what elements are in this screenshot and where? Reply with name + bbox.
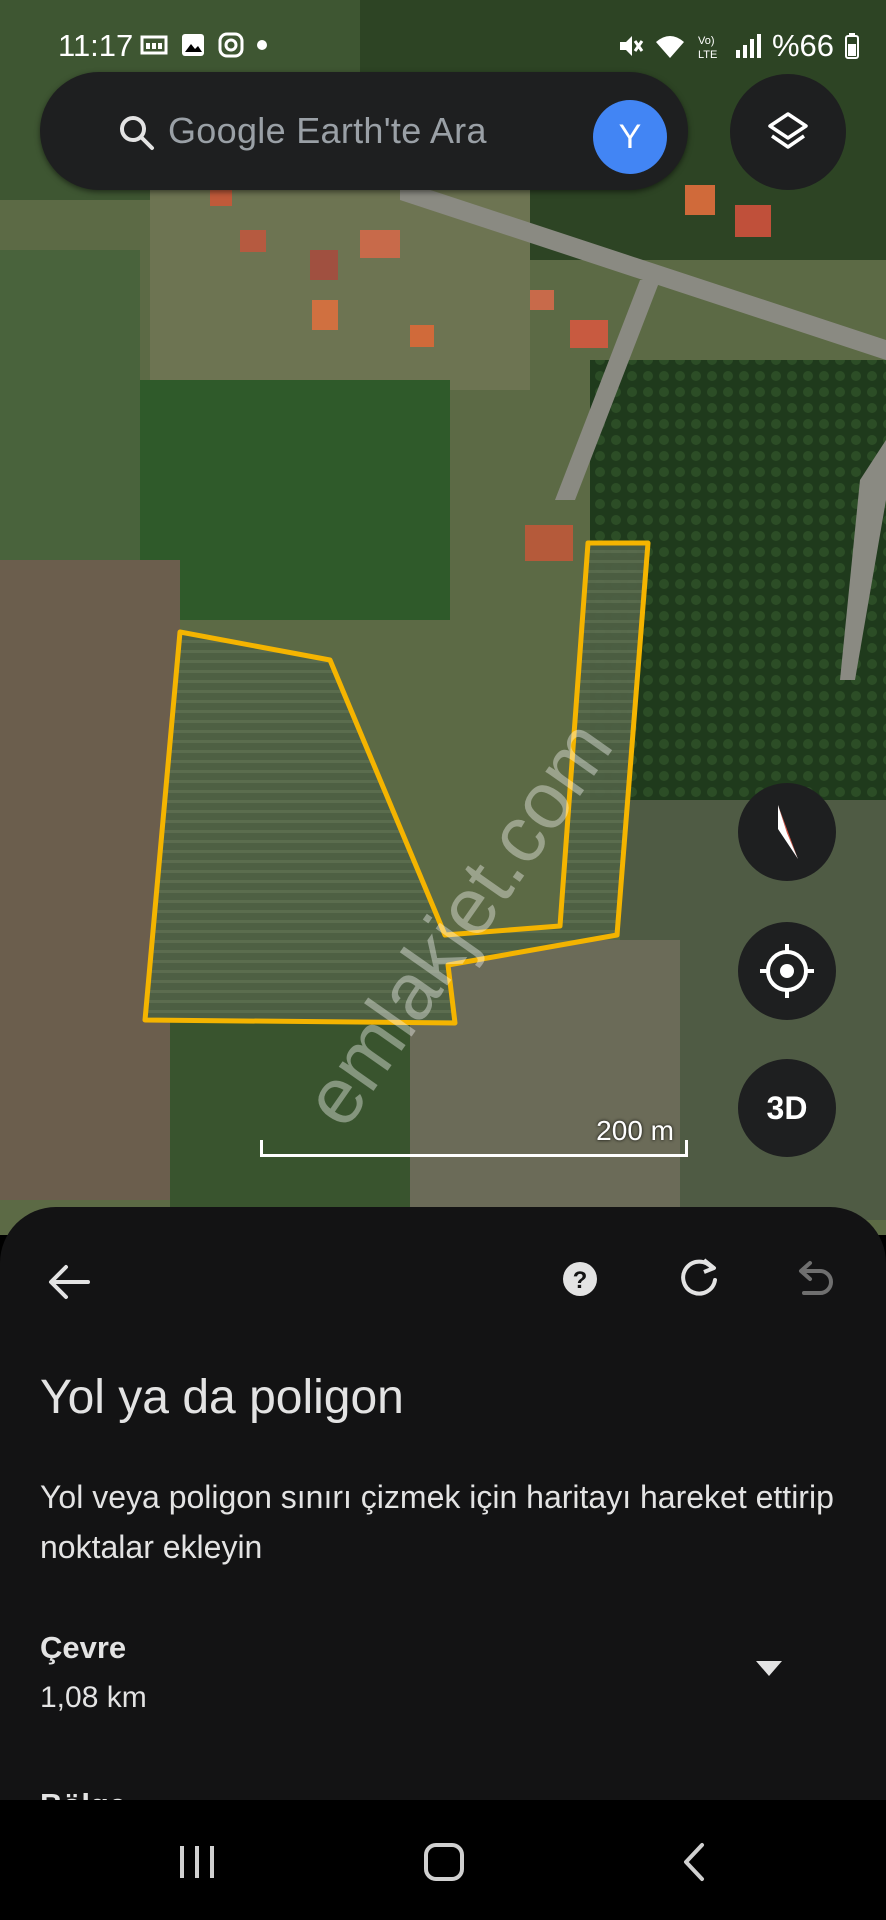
dropdown-icon[interactable]: [756, 1661, 782, 1677]
cast-icon: [140, 35, 168, 55]
scale-line: [260, 1140, 688, 1157]
home-icon[interactable]: [422, 1842, 466, 1882]
next-metric-label: Bölge: [40, 1787, 126, 1800]
metric-label: Çevre: [40, 1630, 127, 1665]
system-icons: Vo) LTE %66: [616, 28, 860, 64]
my-location-icon: [760, 944, 814, 998]
scale-bar: 200 m: [260, 1115, 688, 1165]
signal-icon: [735, 34, 761, 58]
gallery-icon: [182, 34, 204, 56]
avatar[interactable]: Y: [593, 100, 667, 174]
help-icon[interactable]: ?: [560, 1259, 600, 1299]
search-bar[interactable]: Google Earth'te Ara Y: [40, 72, 688, 190]
battery-icon: [845, 33, 859, 59]
my-location-button[interactable]: [738, 922, 836, 1020]
layers-button[interactable]: [730, 74, 846, 190]
back-arrow-icon[interactable]: [44, 1257, 94, 1307]
volte-icon: Vo) LTE: [698, 35, 717, 60]
instagram-icon: [218, 32, 244, 58]
svg-text:?: ?: [573, 1267, 588, 1294]
redo-icon[interactable]: [676, 1254, 722, 1300]
search-input[interactable]: Google Earth'te Ara: [168, 110, 487, 152]
satellite-map[interactable]: emlakjet.com 11:17 Vo) LTE %66 Google Ear…: [0, 0, 886, 1235]
compass-button[interactable]: [738, 783, 836, 881]
undo-icon[interactable]: [792, 1257, 836, 1301]
recents-icon[interactable]: [176, 1842, 220, 1882]
nav-back-icon[interactable]: [676, 1842, 716, 1882]
3d-toggle-button[interactable]: 3D: [738, 1059, 836, 1157]
dot-icon: [257, 40, 267, 50]
mute-icon: [619, 36, 644, 56]
metric-value: 1,08 km: [40, 1681, 147, 1714]
layers-icon: [768, 112, 808, 149]
bottom-sheet: ? Yol ya da poligon Yol veya poligon sın…: [0, 1207, 886, 1800]
svg-text:Vo): Vo): [698, 35, 715, 47]
compass-icon: [778, 805, 798, 859]
search-icon: [120, 116, 154, 150]
sheet-description: Yol veya poligon sınırı çizmek için hari…: [40, 1479, 834, 1565]
status-time: 11:17: [58, 28, 134, 63]
battery-percent: %66: [771, 28, 834, 63]
navigation-bar: [0, 1800, 886, 1920]
svg-text:LTE: LTE: [698, 49, 717, 60]
status-bar: 11:17 Vo) LTE %66: [0, 0, 886, 70]
notification-icons: [140, 32, 268, 58]
wifi-icon: [655, 36, 684, 58]
sheet-title: Yol ya da poligon: [40, 1371, 404, 1424]
